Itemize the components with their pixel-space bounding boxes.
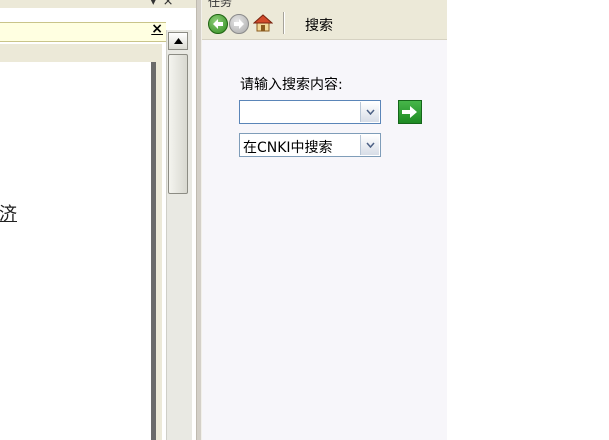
task-pane-header xyxy=(202,0,447,8)
back-arrow-icon[interactable] xyxy=(208,14,228,34)
toolbar-separator xyxy=(283,12,285,34)
search-prompt-label: 请输入搜索内容: xyxy=(240,77,343,93)
search-source-value: 在CNKI中搜索 xyxy=(243,140,333,156)
chevron-down-icon[interactable] xyxy=(360,135,379,155)
document-infobar: × xyxy=(0,21,166,42)
go-button[interactable] xyxy=(398,100,422,124)
go-arrow-icon xyxy=(402,106,417,118)
task-pane xyxy=(202,0,447,440)
scroll-up-arrow-icon[interactable] xyxy=(168,32,188,50)
close-icon[interactable]: × xyxy=(151,21,163,37)
document-page[interactable] xyxy=(0,62,156,440)
home-icon[interactable] xyxy=(252,12,274,34)
search-combobox[interactable] xyxy=(239,100,381,124)
document-partial-text: 济 xyxy=(0,204,17,225)
task-pane-toolbar: 搜索 xyxy=(202,8,447,40)
pane-controls[interactable]: ▾ × xyxy=(150,0,175,9)
scrollbar-thumb[interactable] xyxy=(168,54,188,194)
search-source-select[interactable]: 在CNKI中搜索 xyxy=(239,133,381,157)
search-input[interactable] xyxy=(242,103,356,121)
toolbar-title: 搜索 xyxy=(305,18,333,34)
chevron-down-icon[interactable] xyxy=(360,102,379,122)
forward-arrow-icon[interactable] xyxy=(229,14,249,34)
